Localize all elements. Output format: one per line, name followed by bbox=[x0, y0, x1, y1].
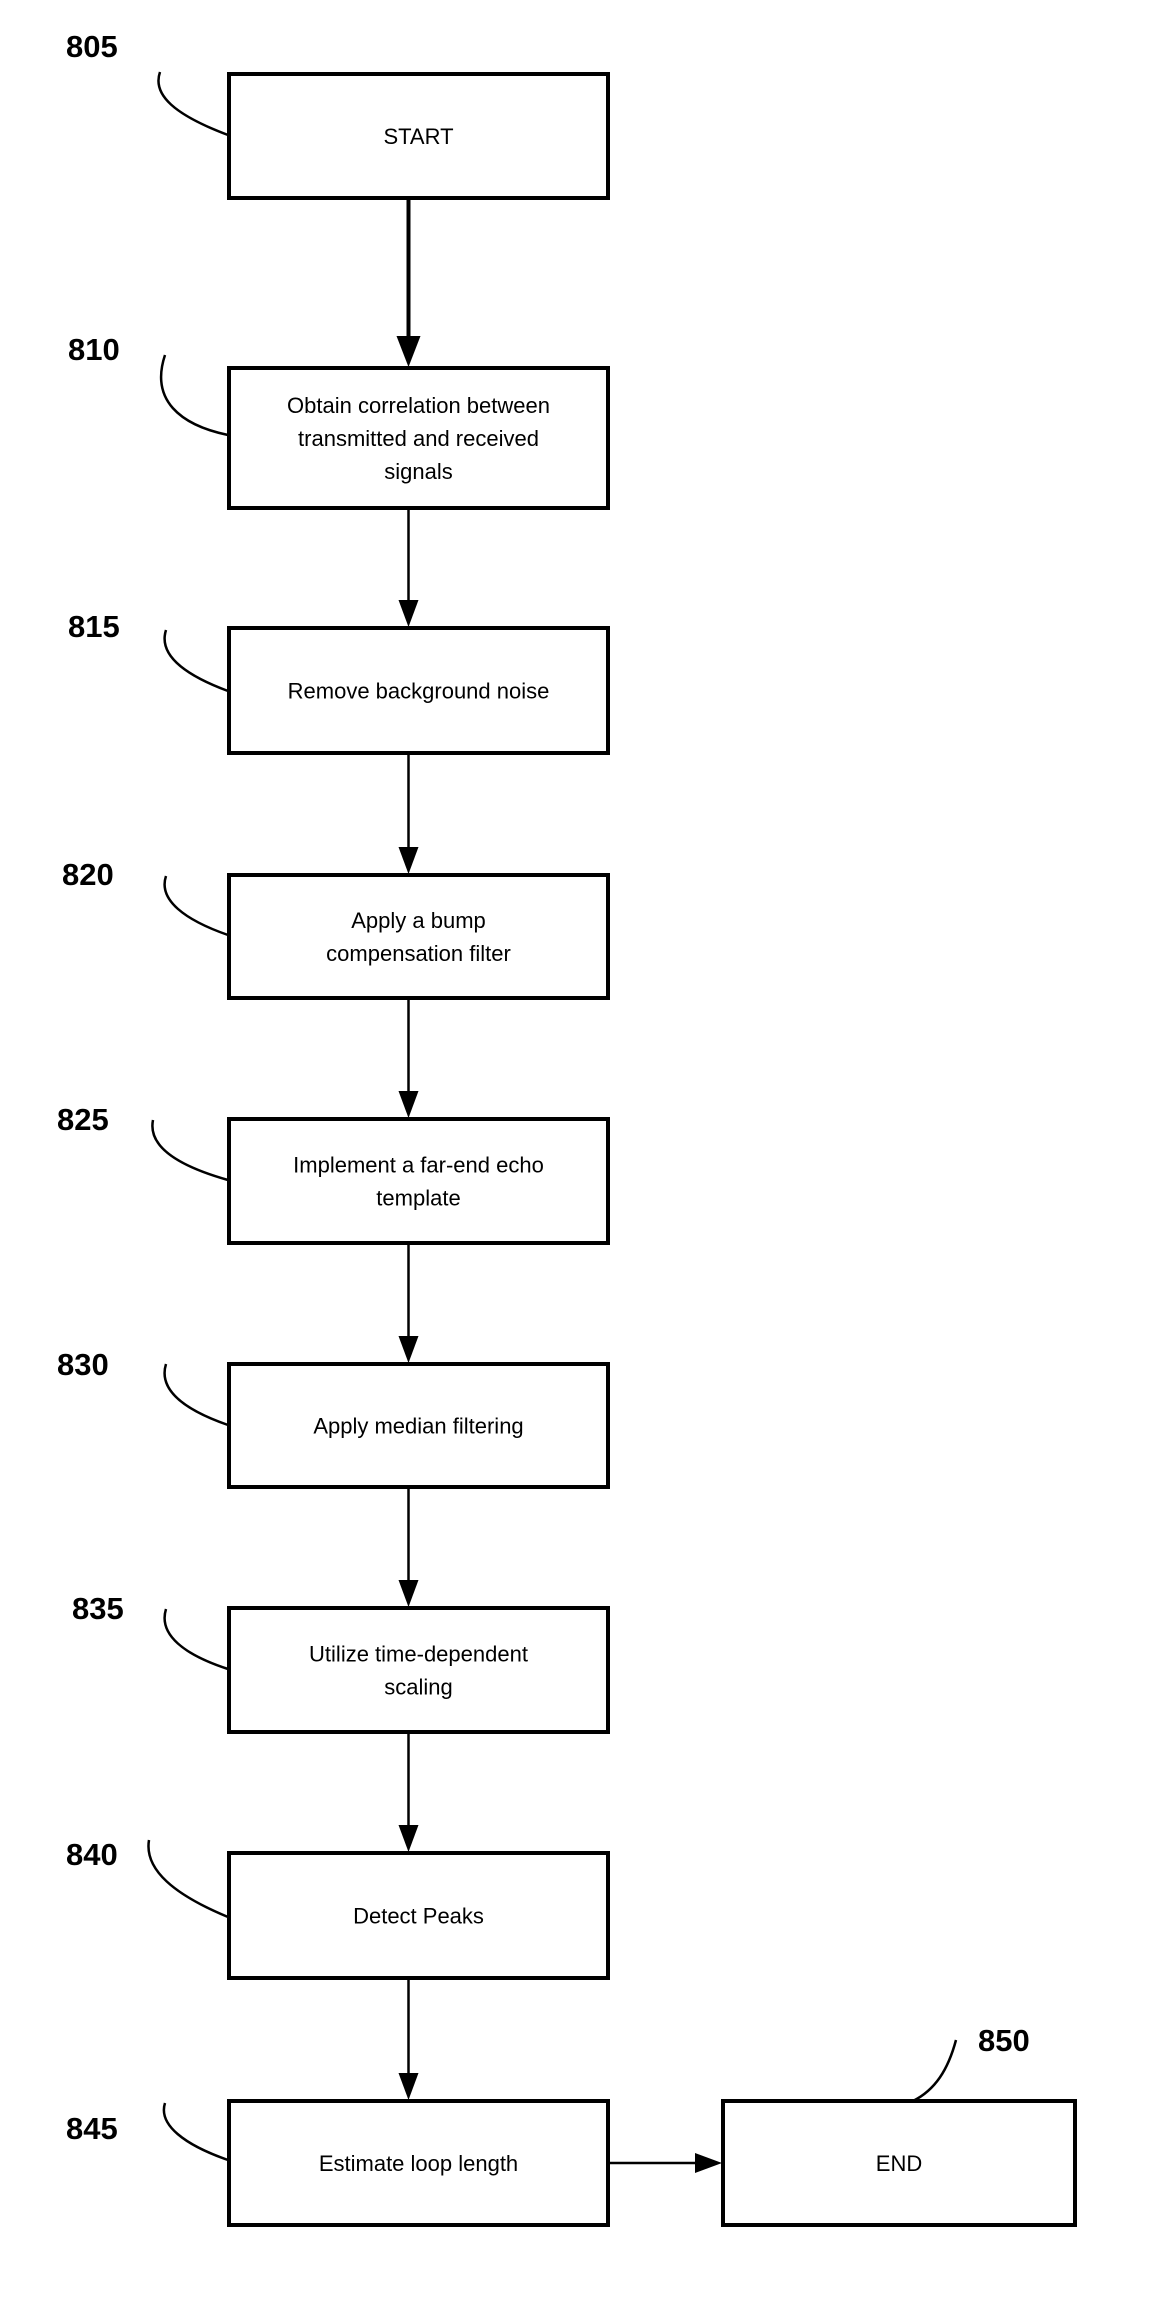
step-text-line: Remove background noise bbox=[288, 679, 550, 704]
process-step-815: Remove background noise bbox=[227, 626, 610, 755]
start-node: START bbox=[227, 72, 610, 200]
step-text-line: Implement a far-end echo bbox=[293, 1153, 544, 1178]
process-step-835: Utilize time-dependent scaling bbox=[227, 1606, 610, 1734]
step-text-line: Utilize time-dependent bbox=[309, 1642, 528, 1667]
step-box bbox=[227, 873, 610, 1000]
reference-number: 815 bbox=[68, 609, 120, 644]
flowchart: START Obtain correlation between transmitt… bbox=[57, 29, 1077, 2227]
arrowhead-icon bbox=[398, 1336, 419, 1363]
end-node: END bbox=[721, 2099, 1077, 2227]
process-step-840: Detect Peaks bbox=[227, 1851, 610, 1980]
leader-line bbox=[159, 354, 229, 437]
arrowhead-icon bbox=[398, 600, 419, 627]
arrow-815-to-820 bbox=[398, 753, 419, 874]
leader-line bbox=[162, 2102, 229, 2162]
step-text-line: START bbox=[383, 124, 453, 149]
arrow-825-to-830 bbox=[398, 1243, 419, 1363]
step-text-line: Estimate loop length bbox=[319, 2151, 518, 2176]
reference-number: 845 bbox=[66, 2111, 118, 2146]
reference-number: 810 bbox=[68, 332, 120, 367]
step-text-line: Apply median filtering bbox=[313, 1414, 523, 1439]
reference-number: 850 bbox=[978, 2023, 1030, 2058]
step-text-line: Apply a bump bbox=[351, 908, 486, 933]
step-box bbox=[227, 1606, 610, 1734]
reference-labels: 805 810 815 820 825 830 835 840 845 850 bbox=[57, 29, 1030, 2146]
arrow-835-to-840 bbox=[398, 1732, 419, 1852]
leader-line bbox=[163, 1363, 229, 1427]
process-step-830: Apply median filtering bbox=[227, 1362, 610, 1489]
leader-line bbox=[163, 629, 229, 693]
step-text-line: scaling bbox=[384, 1675, 452, 1700]
process-step-825: Implement a far-end echo template bbox=[227, 1117, 610, 1245]
arrowhead-icon bbox=[398, 847, 419, 874]
reference-number: 825 bbox=[57, 1102, 109, 1137]
arrowhead-icon bbox=[695, 2153, 722, 2173]
arrow-805-to-810 bbox=[396, 198, 421, 367]
arrow-810-to-815 bbox=[398, 508, 419, 627]
step-text-line: Detect Peaks bbox=[353, 1904, 484, 1929]
arrow-830-to-835 bbox=[398, 1487, 419, 1607]
step-text-line: Obtain correlation between bbox=[287, 393, 550, 418]
step-text-line: template bbox=[376, 1186, 460, 1211]
step-text-line: END bbox=[876, 2151, 922, 2176]
process-step-810: Obtain correlation between transmitted an… bbox=[227, 366, 610, 510]
leader-line bbox=[163, 875, 229, 937]
reference-number: 835 bbox=[72, 1591, 124, 1626]
arrowhead-icon bbox=[396, 336, 421, 367]
process-steps: START Obtain correlation between transmitt… bbox=[227, 72, 1077, 2227]
process-step-820: Apply a bump compensation filter bbox=[227, 873, 610, 1000]
step-text-line: compensation filter bbox=[326, 941, 511, 966]
process-step-845: Estimate loop length bbox=[227, 2099, 610, 2227]
arrow-845-to-850 bbox=[608, 2153, 722, 2173]
step-text-line: signals bbox=[384, 459, 452, 484]
step-box bbox=[227, 1117, 610, 1245]
arrowhead-icon bbox=[398, 1580, 419, 1607]
leader-line bbox=[163, 1608, 229, 1671]
leader-line bbox=[157, 71, 229, 137]
reference-number: 840 bbox=[66, 1837, 118, 1872]
step-text-line: transmitted and received bbox=[298, 426, 539, 451]
arrowhead-icon bbox=[398, 1825, 419, 1852]
reference-number: 805 bbox=[66, 29, 118, 64]
arrow-840-to-845 bbox=[398, 1978, 419, 2100]
arrow-820-to-825 bbox=[398, 998, 419, 1118]
reference-number: 830 bbox=[57, 1347, 109, 1382]
reference-number: 820 bbox=[62, 857, 114, 892]
leader-line bbox=[912, 2039, 958, 2103]
leader-line bbox=[151, 1119, 229, 1182]
arrowhead-icon bbox=[398, 2073, 419, 2100]
leader-line bbox=[147, 1839, 229, 1919]
arrowhead-icon bbox=[398, 1091, 419, 1118]
